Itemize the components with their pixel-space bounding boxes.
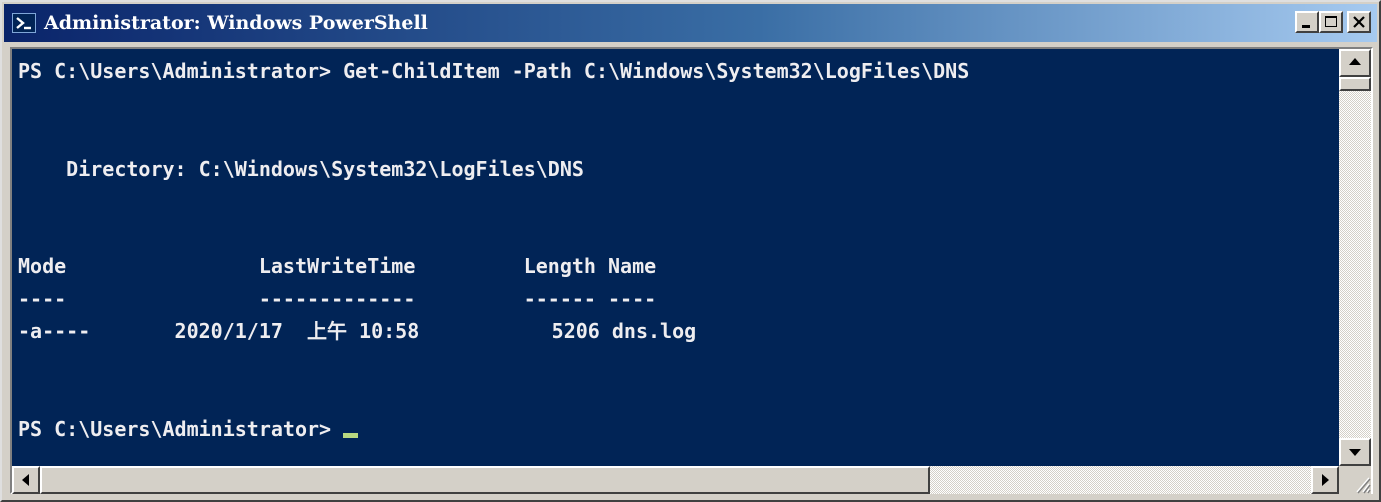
window-title: Administrator: Windows PowerShell (44, 12, 428, 34)
console-line: ---- ------------- ------ ---- (18, 286, 657, 311)
scroll-right-button[interactable] (1311, 466, 1339, 494)
scroll-down-button[interactable] (1339, 438, 1371, 466)
scroll-up-button[interactable] (1339, 49, 1371, 77)
console-text: PS C:\Users\Administrator> Get-ChildItem… (18, 55, 969, 445)
scroll-left-button[interactable] (12, 466, 40, 494)
console-line: PS C:\Users\Administrator> Get-ChildItem… (18, 59, 970, 83)
arrow-right-icon (1322, 474, 1329, 486)
prompt-line[interactable]: PS C:\Users\Administrator> (18, 413, 969, 446)
powershell-window: Administrator: Windows PowerShell PS C:\… (0, 0, 1381, 502)
arrow-up-icon (1349, 58, 1361, 65)
horizontal-scrollbar[interactable] (12, 466, 1339, 494)
close-button[interactable] (1347, 11, 1371, 33)
console-line: -a---- 2020/1/17 上午 10:58 5206 dns.log (18, 319, 697, 343)
horizontal-scroll-thumb[interactable] (40, 466, 930, 494)
minimize-button[interactable] (1295, 11, 1319, 33)
maximize-button[interactable] (1319, 11, 1343, 33)
close-icon (1353, 16, 1365, 28)
vertical-scroll-thumb[interactable] (1339, 77, 1371, 91)
prompt-text: PS C:\Users\Administrator> (18, 416, 344, 441)
arrow-left-icon (22, 474, 29, 486)
vertical-scrollbar[interactable] (1339, 49, 1371, 466)
maximize-icon (1325, 16, 1337, 27)
console-client-area: PS C:\Users\Administrator> Get-ChildItem… (10, 47, 1373, 494)
size-grip[interactable] (1339, 466, 1371, 494)
minimize-icon (1302, 25, 1310, 28)
text-cursor (343, 432, 359, 438)
console-output[interactable]: PS C:\Users\Administrator> Get-ChildItem… (12, 49, 1339, 466)
title-bar[interactable]: Administrator: Windows PowerShell (4, 4, 1377, 42)
powershell-icon[interactable] (12, 13, 36, 33)
console-line: Mode LastWriteTime Length Name (18, 254, 657, 278)
size-grip-icon (1356, 477, 1371, 494)
arrow-down-icon (1349, 449, 1361, 456)
console-line: Directory: C:\Windows\System32\LogFiles\… (18, 156, 584, 181)
